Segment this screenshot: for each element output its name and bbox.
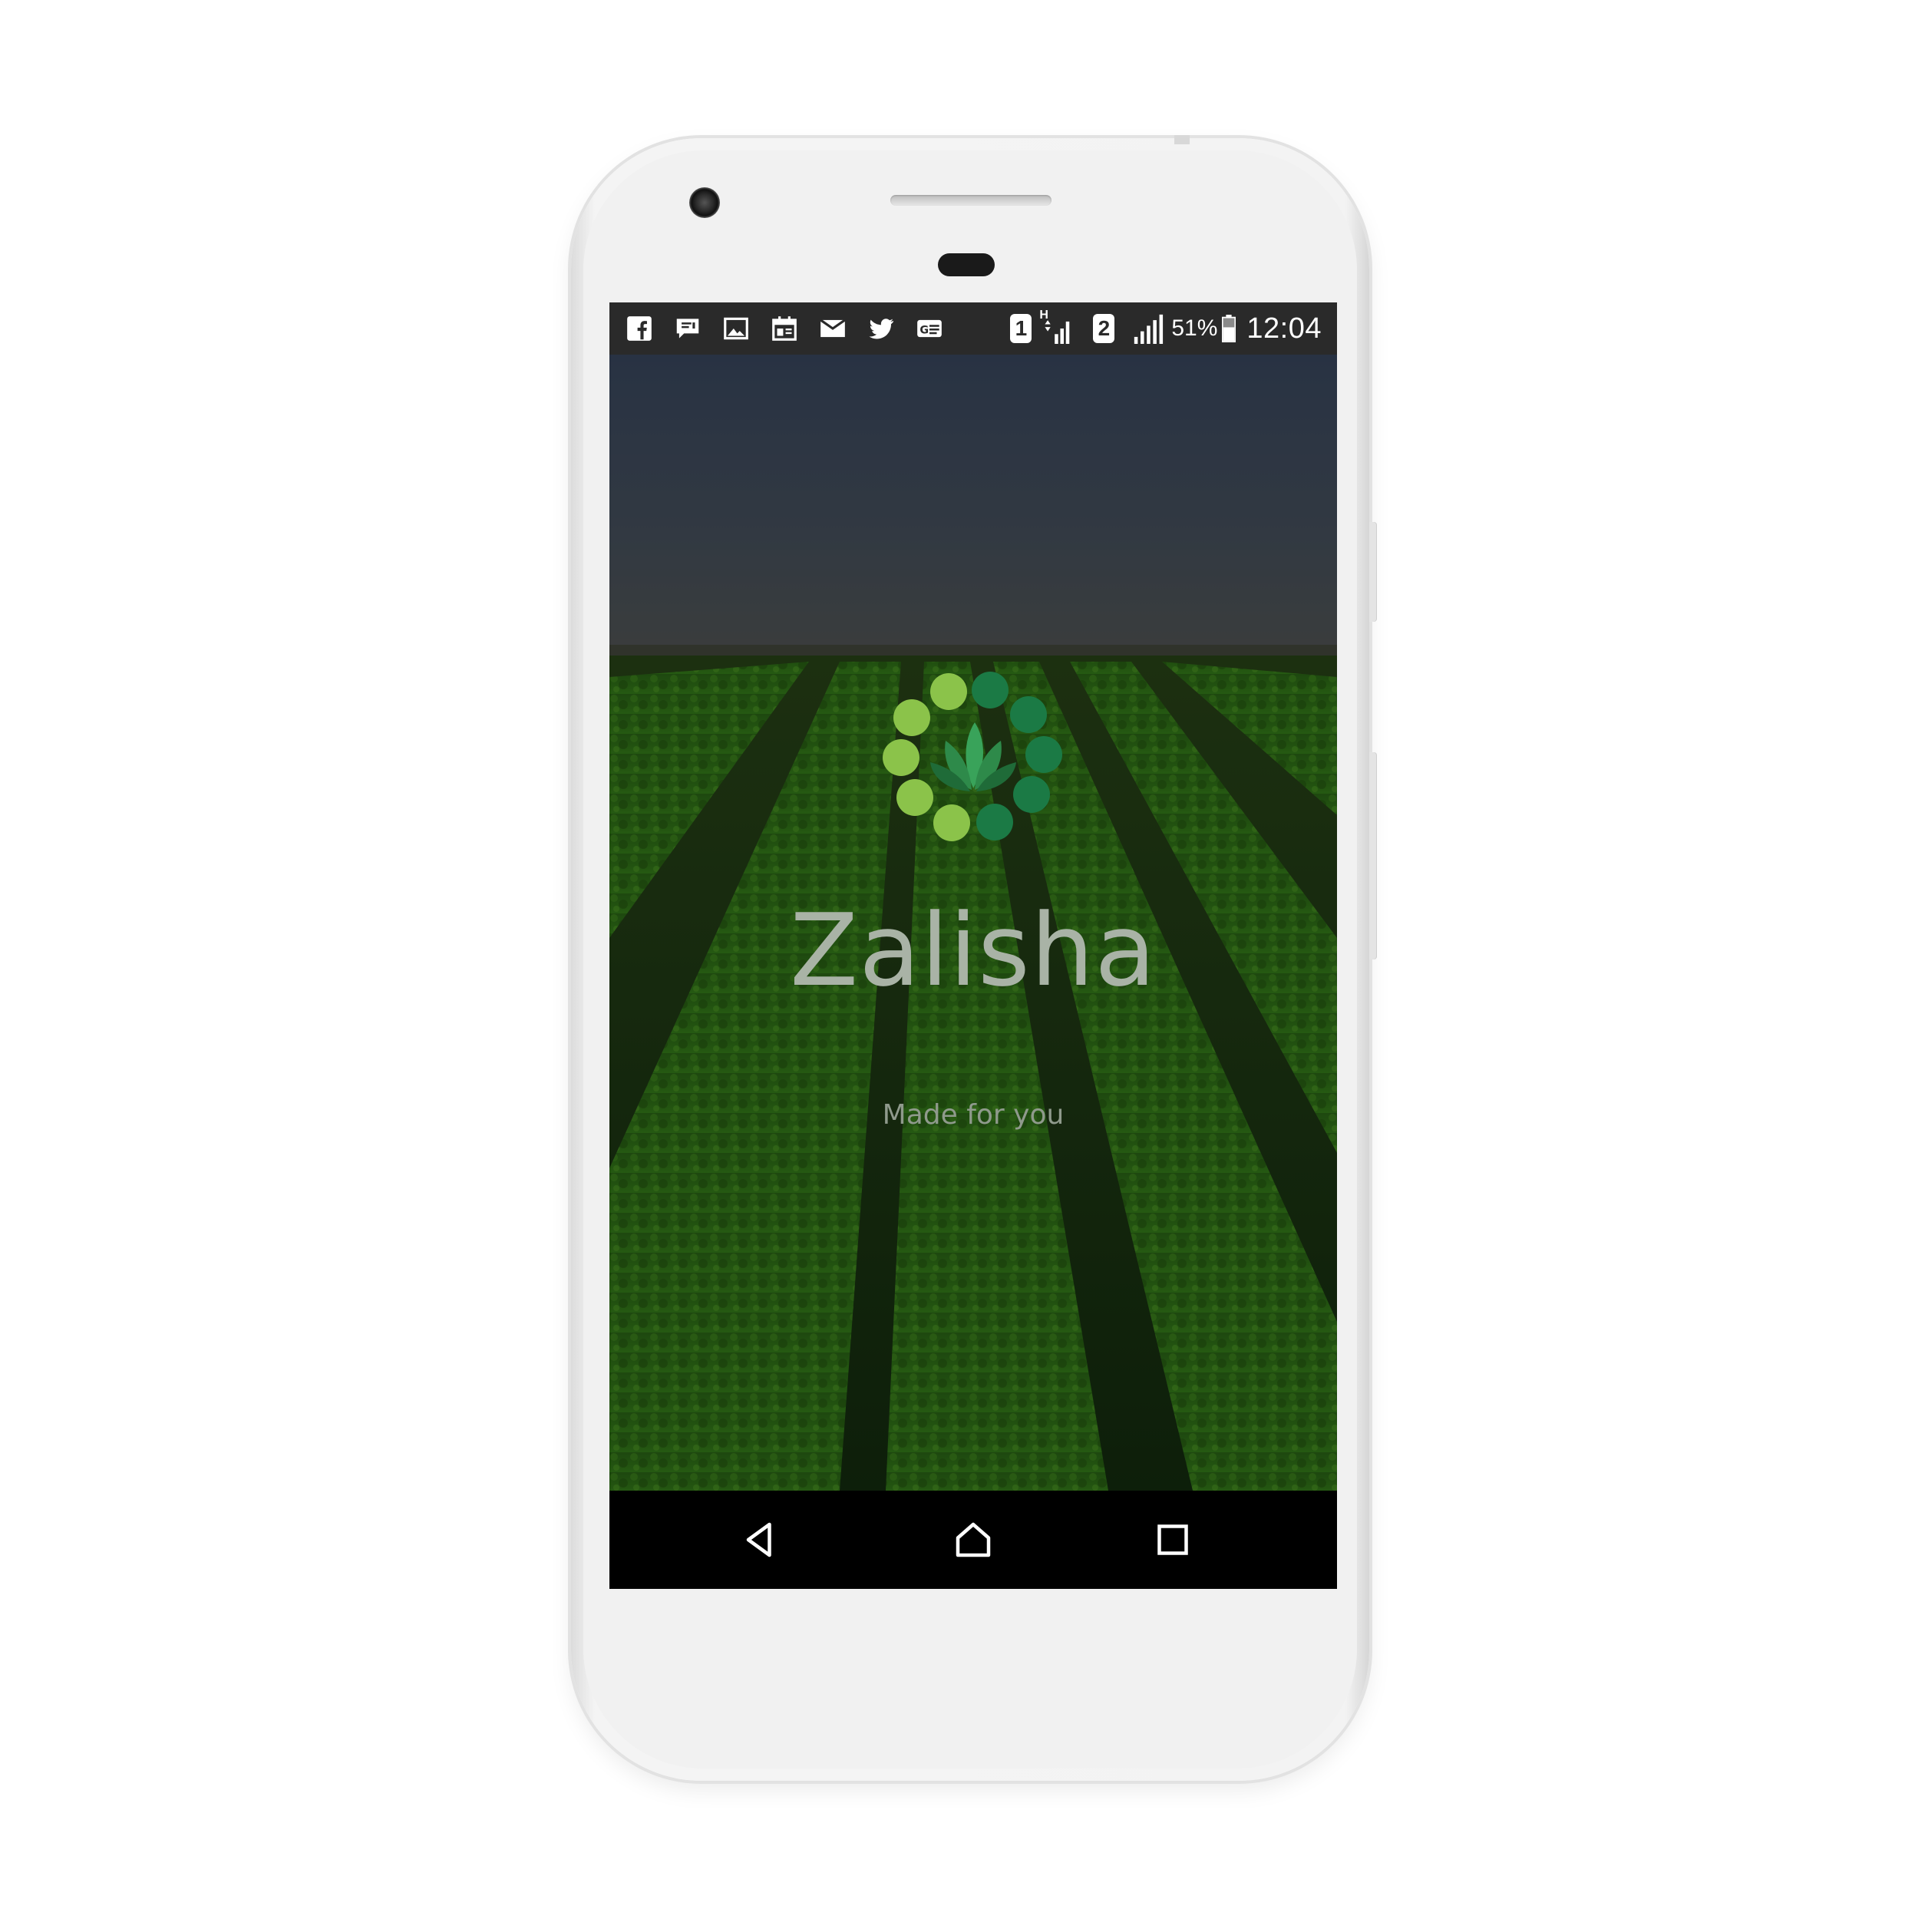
- recents-icon: [1157, 1524, 1188, 1555]
- facebook-icon: [625, 314, 654, 343]
- sim2-signal-icon: [1134, 314, 1164, 344]
- app-title: Zalisha: [790, 892, 1157, 1009]
- volume-button: [1369, 522, 1377, 622]
- calendar-icon: [770, 314, 799, 343]
- news-icon: G: [915, 314, 944, 343]
- recents-button[interactable]: [1150, 1517, 1196, 1563]
- sim2-badge: 2: [1093, 314, 1115, 343]
- status-clock: 12:04: [1246, 312, 1322, 345]
- back-icon: [746, 1522, 771, 1557]
- device-mockup: G 1 H 2 51% 12:04 Zalisha Made for you: [0, 0, 1928, 1932]
- home-button[interactable]: [950, 1517, 996, 1563]
- proximity-sensor: [938, 253, 995, 276]
- earpiece-speaker: [890, 195, 1051, 206]
- back-button[interactable]: [737, 1517, 783, 1563]
- sim1-signal-icon: H: [1039, 309, 1073, 344]
- twitter-icon: [867, 314, 896, 343]
- navigation-bar: [609, 1491, 1337, 1589]
- battery-icon: [1222, 315, 1236, 342]
- sim1-badge: 1: [1010, 314, 1032, 343]
- power-button: [1369, 752, 1377, 959]
- front-camera: [689, 187, 720, 218]
- email-icon: [818, 314, 847, 343]
- phone-top-notch: [1174, 135, 1190, 144]
- splash-screen: Zalisha Made for you: [609, 355, 1337, 1491]
- image-icon: [721, 314, 751, 343]
- svg-text:G: G: [919, 324, 929, 336]
- status-right: 1 H 2 51% 12:04: [1010, 309, 1322, 345]
- phone-screen: G 1 H 2 51% 12:04 Zalisha Made for you: [609, 302, 1337, 1589]
- app-tagline: Made for you: [882, 1099, 1065, 1131]
- status-bar: G 1 H 2 51% 12:04: [609, 302, 1337, 355]
- zalisha-logo-icon: [883, 672, 1062, 841]
- home-icon: [956, 1522, 991, 1557]
- message-icon: [673, 314, 702, 343]
- battery-percent: 51%: [1171, 315, 1218, 341]
